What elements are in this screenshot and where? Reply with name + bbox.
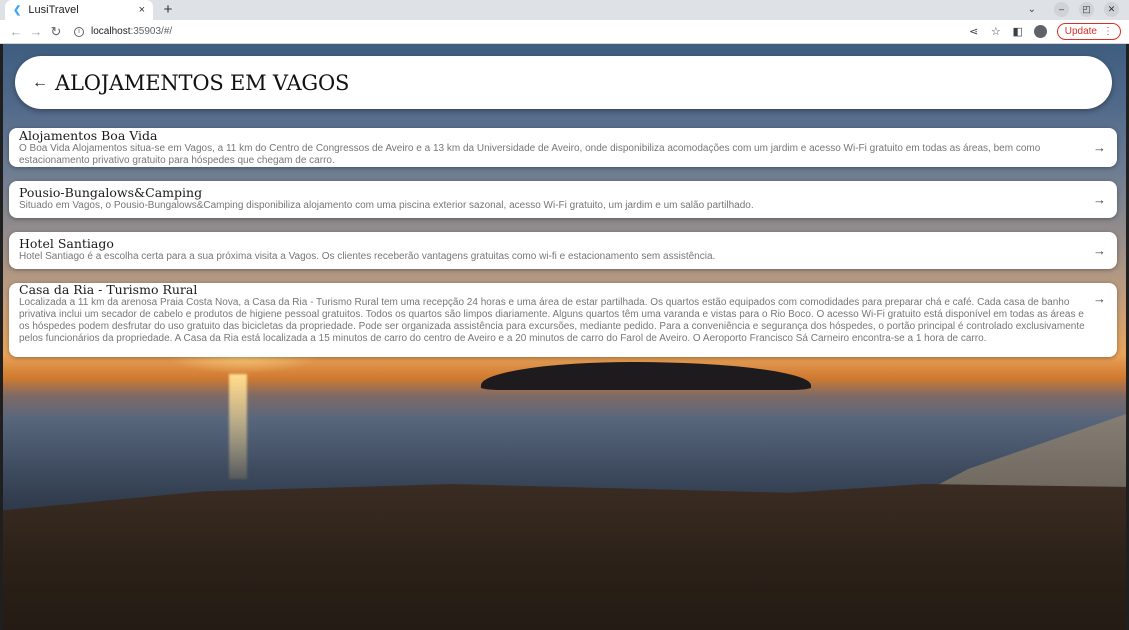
- kebab-menu-icon: ⋮: [1103, 26, 1113, 37]
- listing-description: Hotel Santiago é a escolha certa para a …: [19, 251, 716, 262]
- listing-card[interactable]: Hotel Santiago Hotel Santiago é a escolh…: [9, 232, 1117, 269]
- url-host: localhost: [91, 26, 131, 37]
- page-title: ALOJAMENTOS EM VAGOS: [55, 70, 350, 95]
- browser-tab[interactable]: ❮ LusiTravel ×: [5, 0, 153, 20]
- toolbar-actions: ⋖ ☆ ◧ Update ⋮: [968, 23, 1121, 40]
- close-window-button[interactable]: ✕: [1104, 2, 1119, 17]
- update-label: Update: [1064, 26, 1097, 37]
- browser-tab-bar: ❮ LusiTravel × + ⌄ – ◰ ✕: [0, 0, 1129, 20]
- maximize-button[interactable]: ◰: [1079, 2, 1094, 17]
- listing-description: Situado em Vagos, o Pousio-Bungalows&Cam…: [19, 200, 754, 211]
- flutter-favicon-icon: ❮: [13, 4, 22, 16]
- bookmark-star-icon[interactable]: ☆: [990, 25, 1002, 38]
- listing-name: Pousio-Bungalows&Camping: [19, 185, 203, 200]
- listing-card[interactable]: Alojamentos Boa Vida O Boa Vida Alojamen…: [9, 128, 1117, 167]
- background-foreground-land: [3, 484, 1126, 630]
- page-header: ← ALOJAMENTOS EM VAGOS: [15, 56, 1112, 109]
- listing-name: Casa da Ria - Turismo Rural: [19, 282, 198, 297]
- forward-nav-icon[interactable]: →: [26, 24, 46, 39]
- window-controls: ⌄ – ◰ ✕: [1028, 2, 1119, 17]
- background-island: [481, 362, 811, 390]
- sun-reflection: [229, 374, 247, 479]
- tab-search-icon[interactable]: ⌄: [1028, 4, 1036, 15]
- listing-description: O Boa Vida Alojamentos situa-se em Vagos…: [19, 143, 1041, 166]
- arrow-forward-icon[interactable]: →: [1093, 291, 1106, 306]
- back-nav-icon[interactable]: ←: [6, 24, 26, 39]
- back-arrow-icon[interactable]: ←: [32, 74, 48, 92]
- tab-title: LusiTravel: [28, 4, 79, 16]
- minimize-button[interactable]: –: [1054, 2, 1069, 17]
- site-info-icon[interactable]: i: [74, 26, 84, 37]
- listing-name: Hotel Santiago: [19, 236, 114, 251]
- arrow-forward-icon[interactable]: →: [1093, 243, 1106, 258]
- profile-avatar-icon[interactable]: [1033, 25, 1047, 38]
- share-icon[interactable]: ⋖: [968, 25, 980, 38]
- new-tab-button[interactable]: +: [160, 1, 176, 18]
- address-bar[interactable]: i localhost:35903/#/: [74, 26, 172, 37]
- arrow-forward-icon[interactable]: →: [1093, 192, 1106, 207]
- page-viewport: ← ALOJAMENTOS EM VAGOS Alojamentos Boa V…: [3, 44, 1126, 630]
- browser-toolbar: ← → ↻ i localhost:35903/#/ ⋖ ☆ ◧ Update …: [0, 20, 1129, 44]
- reload-icon[interactable]: ↻: [46, 24, 66, 40]
- listing-description: Localizada a 11 km da arenosa Praia Cost…: [19, 297, 1085, 344]
- listing-name: Alojamentos Boa Vida: [19, 128, 158, 143]
- listing-card[interactable]: Pousio-Bungalows&Camping Situado em Vago…: [9, 181, 1117, 218]
- side-panel-icon[interactable]: ◧: [1012, 25, 1024, 38]
- update-button[interactable]: Update ⋮: [1056, 23, 1121, 40]
- tab-close-icon[interactable]: ×: [139, 4, 145, 16]
- arrow-forward-icon[interactable]: →: [1093, 140, 1106, 155]
- listing-card[interactable]: Casa da Ria - Turismo Rural Localizada a…: [9, 283, 1117, 357]
- url-path: :35903/#/: [130, 26, 173, 37]
